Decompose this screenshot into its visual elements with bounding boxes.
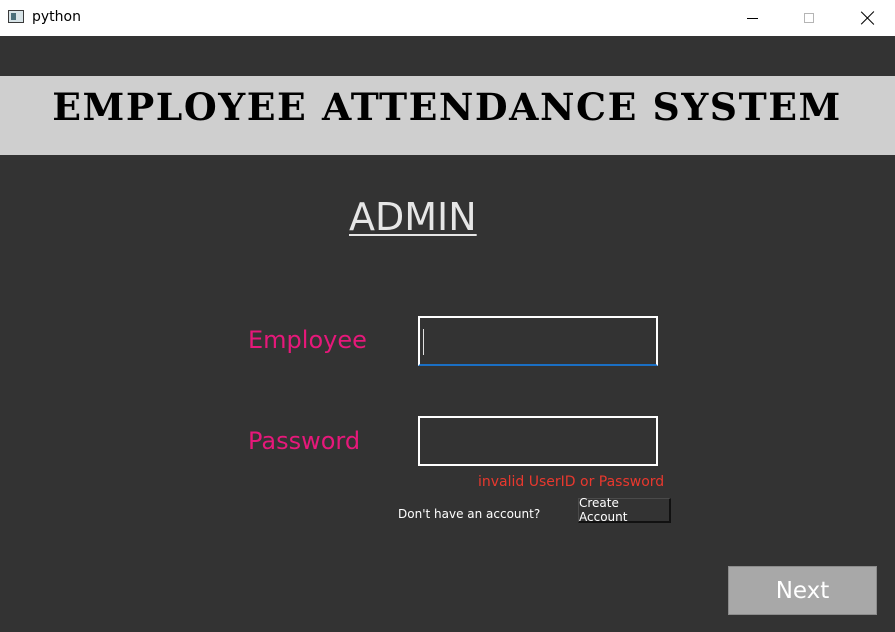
password-label: Password [248,427,361,455]
admin-heading: ADMIN [349,195,477,239]
employee-label: Employee [248,326,367,354]
password-input[interactable] [418,416,658,466]
next-button[interactable]: Next [728,566,877,615]
employee-input[interactable] [418,316,658,366]
create-account-button[interactable]: Create Account [578,496,671,524]
window-titlebar: python [0,0,895,36]
close-button[interactable] [845,0,891,36]
no-account-text: Don't have an account? [398,507,541,521]
minimize-icon [746,17,758,19]
text-caret [423,329,424,355]
maximize-icon [804,13,814,23]
maximize-button[interactable] [786,0,832,36]
minimize-button[interactable] [729,0,775,36]
error-message: invalid UserID or Password [478,474,665,490]
app-icon [8,10,24,23]
close-icon [861,11,875,25]
title-banner: EMPLOYEE ATTENDANCE SYSTEM [0,76,895,155]
window-title: python [32,9,81,25]
banner-title: EMPLOYEE ATTENDANCE SYSTEM [52,84,843,129]
